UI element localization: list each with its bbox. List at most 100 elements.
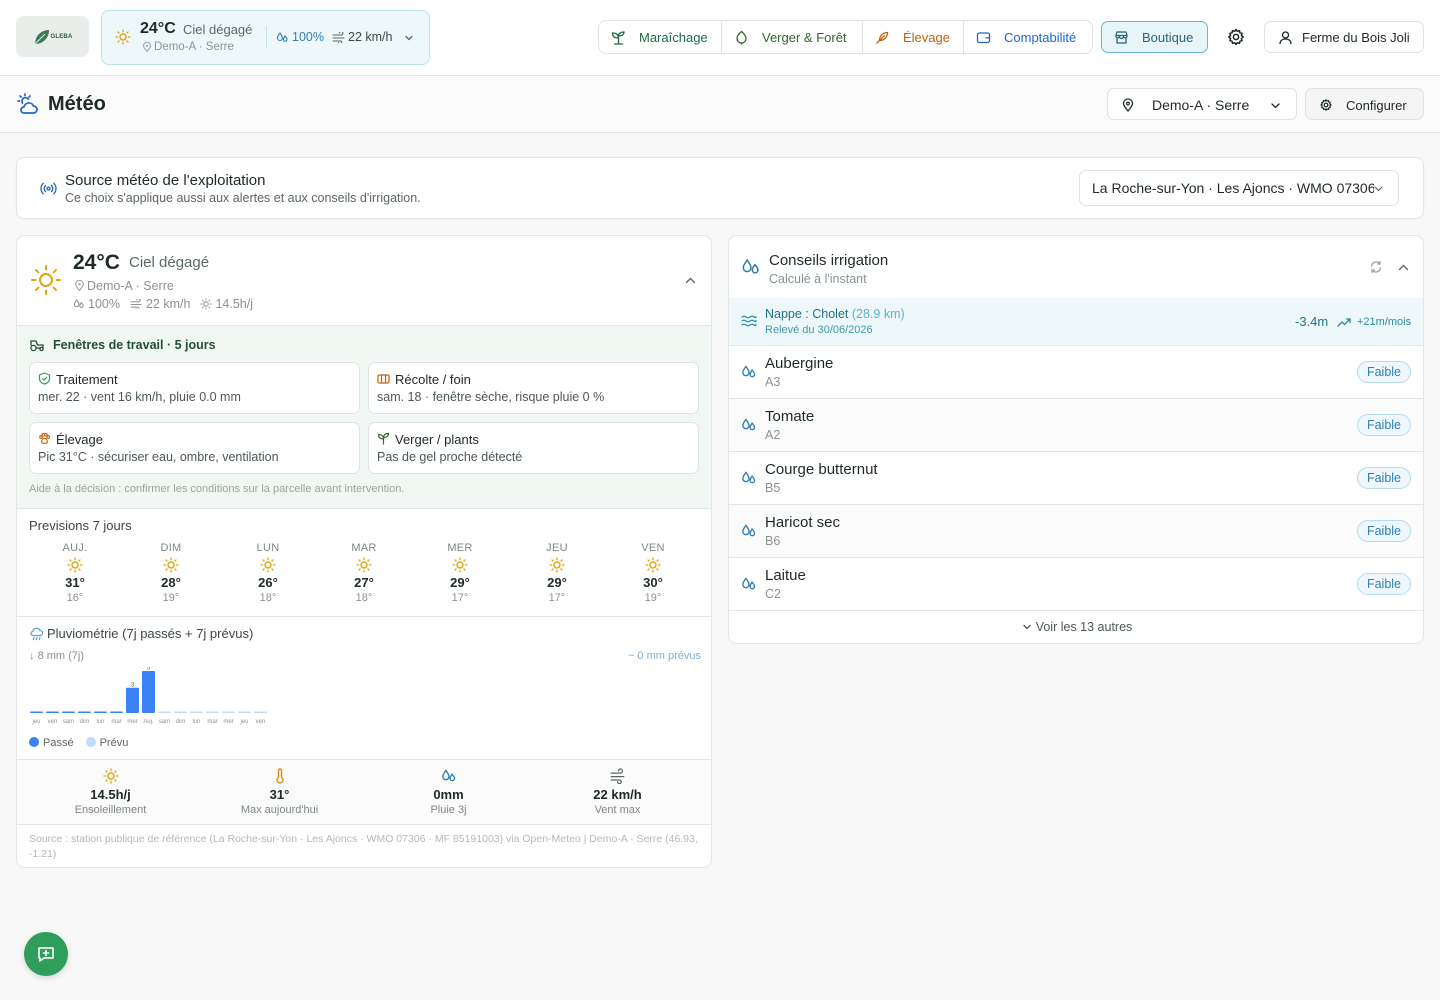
store-icon: [1115, 30, 1128, 44]
forecast-low: 19°: [644, 592, 662, 604]
module-comptabilite[interactable]: Comptabilité: [964, 21, 1092, 53]
groundwater-distance: (28.9 km): [851, 307, 905, 321]
droplets-icon: [276, 32, 288, 42]
module-maraichage[interactable]: Maraîchage: [599, 21, 722, 53]
farm-selector-button[interactable]: Ferme du Bois Joli: [1264, 21, 1424, 53]
top-bar: GLEBA 24°C Ciel dégagé Demo-A · Serre 10…: [0, 0, 1440, 76]
forecast-high: 29°: [450, 575, 470, 590]
crop-row[interactable]: Courge butternut B5 Faible: [729, 452, 1423, 505]
humidity-value: 100%: [88, 297, 120, 311]
rain-tick-label: dim: [80, 719, 90, 725]
work-window-title: Verger / plants: [395, 432, 479, 447]
weather-summary-pill[interactable]: 24°C Ciel dégagé Demo-A · Serre 100% 22 …: [101, 10, 430, 65]
wind-icon: [130, 299, 142, 309]
module-label: Comptabilité: [1004, 29, 1077, 45]
rain-bar: [142, 671, 155, 713]
crop-row[interactable]: Tomate A2 Faible: [729, 399, 1423, 452]
forecast-day: MER 29° 17°: [430, 542, 490, 604]
wind-metric: 22 km/h: [130, 297, 190, 311]
rain-tick-label: Auj.: [143, 719, 154, 725]
forecast-high: 29°: [547, 575, 567, 590]
sun-icon: [260, 557, 276, 573]
tree-icon: [736, 30, 747, 45]
rain-tick-label: sam: [63, 719, 74, 725]
feedback-button[interactable]: [24, 932, 68, 976]
chevron-down-icon: [405, 35, 413, 41]
weather-station-select[interactable]: La Roche-sur-Yon · Les Ajoncs · WMO 0730…: [1079, 170, 1399, 206]
forecast-low: 19°: [162, 592, 180, 604]
weather-condition: Ciel dégagé: [129, 254, 210, 271]
settings-button[interactable]: [1226, 27, 1246, 47]
rainfall-section: Pluviométrie (7j passés + 7j prévus) ↓ 8…: [17, 616, 711, 759]
crop-name: Laitue: [765, 567, 806, 584]
location-select[interactable]: Demo-A · Serre: [1107, 88, 1297, 120]
work-window-orchard: Verger / plants Pas de gel proche détect…: [368, 422, 699, 474]
irrigation-title: Conseils irrigation: [769, 252, 889, 269]
show-more-button[interactable]: Voir les 13 autres: [729, 611, 1423, 643]
rain-bar: [46, 711, 59, 713]
work-window-title: Élevage: [56, 432, 103, 447]
forecast-day-name: MER: [447, 542, 473, 554]
forecast-day-name: DIM: [160, 542, 182, 554]
forecast-high: 31°: [65, 575, 85, 590]
rain-bar-label: 5: [147, 667, 151, 672]
work-windows-note: Aide à la décision : confirmer les condi…: [29, 483, 405, 495]
rain-tick-label: mar: [111, 719, 121, 725]
crop-plot: B5: [765, 481, 781, 495]
rainfall-past-total: ↓ 8 mm (7j): [29, 650, 85, 662]
rain-bar: [78, 711, 91, 713]
irrigation-need-badge: Faible: [1357, 414, 1411, 436]
source-title: Source météo de l'exploitation: [65, 172, 266, 189]
crop-row[interactable]: Aubergine A3 Faible: [729, 346, 1423, 399]
crop-name: Haricot sec: [765, 514, 841, 531]
chevron-up-icon[interactable]: [1397, 261, 1410, 274]
refresh-icon[interactable]: [1369, 260, 1383, 274]
crop-row[interactable]: Haricot sec B6 Faible: [729, 505, 1423, 558]
weather-metrics: 100% 22 km/h 14.5h/j: [73, 297, 253, 311]
chevron-down-icon: [1271, 103, 1280, 109]
weather-source-note: Source : station publique de référence (…: [29, 833, 698, 860]
rain-tick-label: mar: [207, 719, 217, 725]
radio-signal-icon: [40, 182, 57, 195]
forecast-day: JEU 29° 17°: [527, 542, 587, 604]
gear-icon: [1228, 28, 1244, 46]
forecast-day: LUN 26° 18°: [238, 542, 298, 604]
module-nav: Maraîchage Verger & Forêt Élevage Compta…: [598, 20, 1093, 54]
stat-label: Pluie 3j: [430, 804, 467, 816]
gear-icon: [1320, 99, 1332, 111]
sun-icon: [645, 557, 661, 573]
rain-bar: [110, 711, 123, 713]
rain-tick-label: lun: [96, 719, 104, 725]
feather-icon: [876, 31, 889, 44]
droplets-icon: [742, 365, 756, 378]
forecast-day-name: VEN: [641, 542, 665, 554]
groundwater-level: -3.4m: [1295, 314, 1329, 329]
chevron-up-icon[interactable]: [684, 274, 697, 287]
forecast-low: 17°: [548, 592, 566, 604]
rain-bar: [174, 711, 187, 713]
boutique-button[interactable]: Boutique: [1101, 21, 1208, 53]
sun-metric: 14.5h/j: [200, 297, 253, 311]
forecast-day: AUJ. 31° 16°: [45, 542, 105, 604]
app-logo[interactable]: GLEBA: [16, 16, 89, 57]
stat-max-temp: 31° Max aujourd'hui: [195, 760, 364, 816]
configure-button[interactable]: Configurer: [1305, 88, 1424, 120]
forecast-day-name: MAR: [351, 542, 377, 554]
droplets-icon: [441, 769, 455, 782]
rain-bar: [30, 711, 43, 713]
rain-tick-label: ven: [256, 719, 266, 725]
rainfall-chart: jeu ven sam dim lun mar3mer5Auj. sam dim lun mar m…: [30, 667, 267, 725]
work-window-detail: mer. 22 · vent 16 km/h, pluie 0.0 mm: [38, 390, 241, 404]
module-verger-foret[interactable]: Verger & Forêt: [722, 21, 863, 53]
forecast-day: VEN 30° 19°: [623, 542, 683, 604]
cloud-sun-icon: [17, 93, 38, 114]
crop-name: Aubergine: [765, 355, 834, 372]
work-windows-title: Fenêtres de travail · 5 jours: [53, 338, 216, 352]
crop-row[interactable]: Laitue C2 Faible: [729, 558, 1423, 611]
sun-icon: [163, 557, 179, 573]
forecast-title: Previsions 7 jours: [29, 518, 132, 533]
droplets-icon: [73, 298, 84, 308]
weather-station-value: La Roche-sur-Yon · Les Ajoncs · WMO 0730…: [1092, 180, 1374, 196]
module-elevage[interactable]: Élevage: [863, 21, 964, 53]
message-plus-icon: [38, 947, 54, 962]
